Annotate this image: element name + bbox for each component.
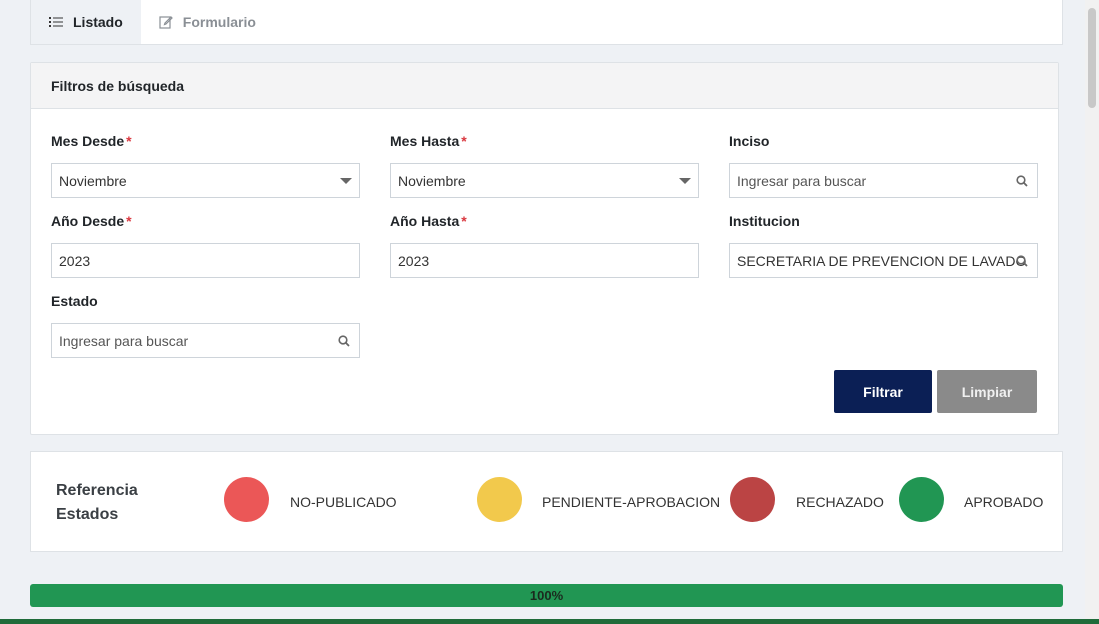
edit-icon <box>159 15 173 29</box>
anio-desde-input[interactable]: 2023 <box>51 243 360 278</box>
status-dot-no-publicado <box>224 477 269 522</box>
institucion-input[interactable]: SECRETARIA DE PREVENCION DE LAVADO DE <box>729 243 1038 278</box>
legend-title: Referencia Estados <box>56 482 138 523</box>
institucion-field: Institucion SECRETARIA DE PREVENCION DE … <box>729 213 1038 278</box>
status-label-pendiente: PENDIENTE-APROBACION <box>542 494 721 510</box>
institucion-label: Institucion <box>729 213 800 229</box>
anio-hasta-label: Año Hasta * <box>390 213 467 229</box>
status-dot-pendiente <box>477 477 522 522</box>
filtrar-button[interactable]: Filtrar <box>834 370 932 413</box>
scrollbar-thumb[interactable] <box>1088 8 1096 108</box>
limpiar-button[interactable]: Limpiar <box>937 370 1037 413</box>
estado-input[interactable]: Ingresar para buscar <box>51 323 360 358</box>
search-icon <box>1016 174 1028 190</box>
anio-hasta-field: Año Hasta * 2023 <box>390 213 699 278</box>
status-legend: Referencia Estados NO-PUBLICADO PENDIENT… <box>30 451 1063 552</box>
status-label-no-publicado: NO-PUBLICADO <box>290 494 397 510</box>
scrollbar[interactable] <box>1085 0 1099 624</box>
chevron-down-icon <box>340 177 352 184</box>
anio-hasta-value: 2023 <box>398 252 430 269</box>
mes-hasta-label: Mes Hasta * <box>390 133 467 149</box>
anio-desde-label: Año Desde * <box>51 213 132 229</box>
list-icon <box>49 16 63 28</box>
status-dot-rechazado <box>730 477 775 522</box>
estado-field: Estado Ingresar para buscar <box>51 293 360 358</box>
tab-listado-label: Listado <box>73 14 123 30</box>
mes-desde-label: Mes Desde * <box>51 133 132 149</box>
mes-hasta-field: Mes Hasta * Noviembre <box>390 133 699 198</box>
anio-desde-field: Año Desde * 2023 <box>51 213 360 278</box>
mes-hasta-value: Noviembre <box>398 172 466 189</box>
search-icon <box>1016 254 1028 270</box>
institucion-value: SECRETARIA DE PREVENCION DE LAVADO DE <box>737 252 1030 269</box>
mes-desde-field: Mes Desde * Noviembre <box>51 133 360 198</box>
filters-card: Filtros de búsqueda Mes Desde * Noviembre… <box>30 62 1059 435</box>
tab-formulario-label: Formulario <box>182 14 256 30</box>
status-dot-aprobado <box>899 477 944 522</box>
tab-bar: Listado Formulario <box>30 0 1063 45</box>
inciso-label: Inciso <box>729 133 770 149</box>
tab-listado[interactable]: Listado <box>31 0 141 44</box>
mes-desde-value: Noviembre <box>59 172 127 189</box>
anio-hasta-input[interactable]: 2023 <box>390 243 699 278</box>
inciso-placeholder: Ingresar para buscar <box>737 172 867 189</box>
status-label-aprobado: APROBADO <box>964 494 1044 510</box>
tab-formulario[interactable]: Formulario <box>141 0 274 44</box>
inciso-field: Inciso Ingresar para buscar <box>729 133 1038 198</box>
mes-hasta-select[interactable]: Noviembre <box>390 163 699 198</box>
estado-label: Estado <box>51 293 98 309</box>
progress-bar: 100% <box>30 584 1063 607</box>
status-label-rechazado: RECHAZADO <box>796 494 884 510</box>
bottom-strip <box>0 619 1099 624</box>
inciso-input[interactable]: Ingresar para buscar <box>729 163 1038 198</box>
filters-title: Filtros de búsqueda <box>31 63 1058 109</box>
estado-placeholder: Ingresar para buscar <box>59 332 189 349</box>
chevron-down-icon <box>679 177 691 184</box>
anio-desde-value: 2023 <box>59 252 91 269</box>
progress-fill: 100% <box>30 584 1063 607</box>
search-icon <box>338 334 350 350</box>
mes-desde-select[interactable]: Noviembre <box>51 163 360 198</box>
